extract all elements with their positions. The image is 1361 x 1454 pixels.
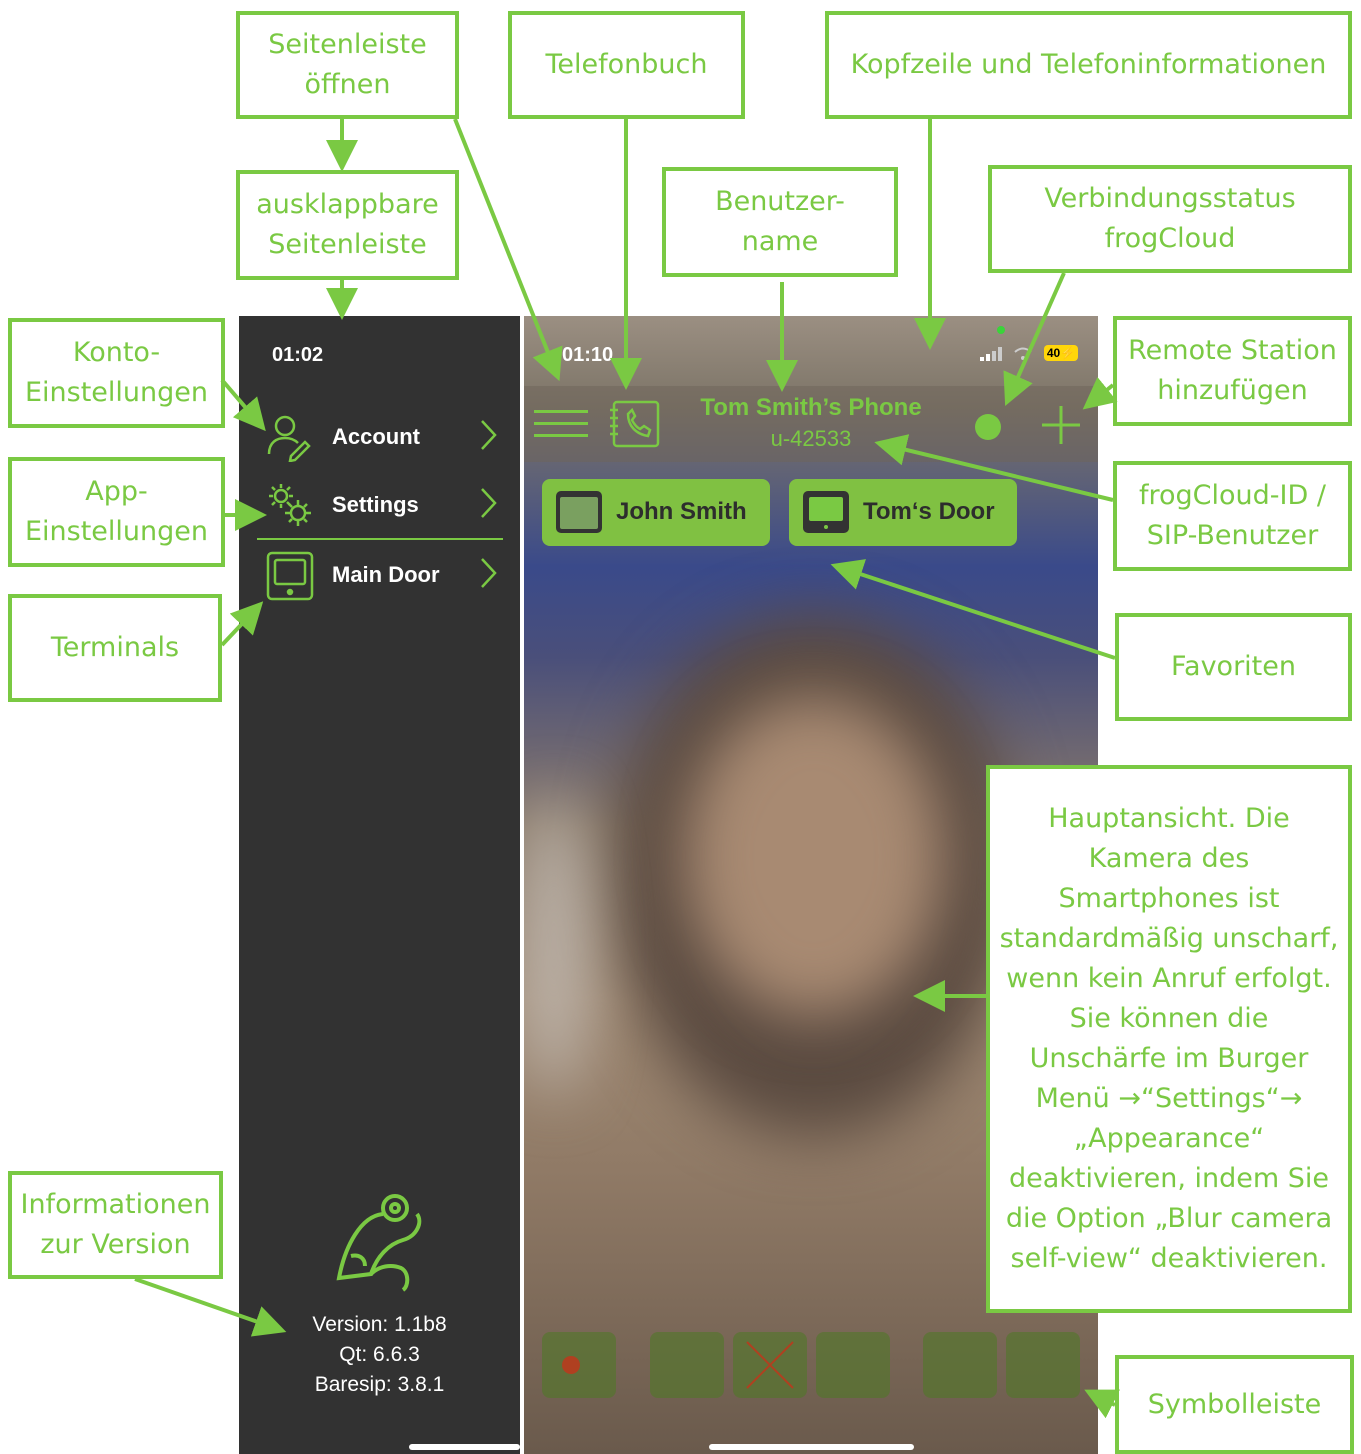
gears-icon — [265, 480, 315, 536]
chevron-right-icon — [479, 486, 499, 526]
callout-main-view: Hauptansicht. Die Kamera des Smartphones… — [986, 765, 1352, 1313]
status-bar: 01:10 40⚡ — [524, 316, 1098, 386]
wifi-icon — [1014, 346, 1032, 365]
favorite-label: John Smith — [616, 498, 747, 525]
version-text: Version: 1.1b8 — [312, 1313, 447, 1336]
callout-add-remote: Remote Station hinzufügen — [1113, 316, 1352, 426]
hamburger-menu-icon[interactable] — [534, 408, 588, 444]
callout-favorites: Favoriten — [1115, 613, 1352, 721]
phone-name: Tom Smith’s Phone — [700, 394, 922, 421]
favorite-toms-door[interactable]: Tom‘s Door — [789, 479, 1017, 546]
hangup-button[interactable] — [733, 1332, 807, 1398]
status-time: 01:10 — [562, 344, 614, 366]
battery-indicator: 40⚡ — [1044, 345, 1078, 361]
sidebar-item-settings[interactable]: Settings — [239, 474, 520, 538]
callout-header: Kopfzeile und Telefoninformationen — [825, 11, 1352, 119]
terminal-icon — [801, 489, 851, 542]
signal-icon — [980, 346, 1004, 365]
account-icon — [265, 412, 315, 468]
frog-logo-icon — [331, 1186, 431, 1300]
callout-version-info: Informationen zur Version — [8, 1171, 223, 1279]
qt-version-text: Qt: 6.6.3 — [339, 1343, 420, 1366]
callout-collapsible-sidebar: ausklappbare Seitenleiste — [236, 170, 459, 280]
battery-level: 40 — [1046, 346, 1061, 360]
favorite-label: Tom‘s Door — [863, 498, 995, 525]
cross-icon — [743, 1338, 797, 1396]
privacy-dot — [997, 326, 1005, 334]
home-indicator — [409, 1444, 520, 1450]
user-id: u-42533 — [770, 426, 852, 451]
callout-terminals: Terminals — [8, 594, 222, 702]
toolbar-button-4[interactable] — [923, 1332, 997, 1398]
collapsible-sidebar: 01:02 Account Settings Main Door Version… — [239, 316, 520, 1454]
connection-status-dot — [975, 414, 1001, 440]
callout-frogcloud-id: frogCloud-ID / SIP-Benutzer — [1113, 461, 1352, 571]
sidebar-item-label: Settings — [332, 492, 419, 517]
sidebar-item-account[interactable]: Account — [239, 406, 520, 470]
phonebook-icon[interactable] — [608, 400, 662, 452]
sidebar-item-label: Account — [332, 424, 420, 449]
callout-account-settings: Konto- Einstellungen — [8, 318, 225, 428]
chevron-right-icon — [479, 556, 499, 596]
terminal-icon — [265, 550, 315, 608]
header-bar: Tom Smith’s Phone u-42533 — [524, 386, 1098, 462]
sidebar-divider — [257, 538, 503, 540]
callout-toolbar: Symbolleiste — [1115, 1355, 1354, 1454]
toolbar-button-5[interactable] — [1006, 1332, 1080, 1398]
callout-phonebook: Telefonbuch — [508, 11, 745, 119]
home-indicator — [709, 1444, 914, 1450]
record-icon — [562, 1356, 580, 1374]
camera-blur-layer — [684, 696, 944, 1016]
add-station-icon[interactable] — [1040, 404, 1082, 450]
callout-username: Benutzer- name — [662, 167, 898, 277]
terminal-icon — [554, 489, 604, 542]
callout-app-settings: App- Einstellungen — [8, 457, 225, 567]
sidebar-item-main-door[interactable]: Main Door — [239, 544, 520, 608]
toolbar-button-1[interactable] — [650, 1332, 724, 1398]
chevron-right-icon — [479, 418, 499, 458]
favorite-john-smith[interactable]: John Smith — [542, 479, 770, 546]
baresip-version-text: Baresip: 3.8.1 — [314, 1373, 445, 1396]
callout-connection-status: Verbindungsstatus frogCloud — [988, 165, 1352, 273]
callout-sidebar-open: Seitenleiste öffnen — [236, 11, 459, 119]
toolbar-button-3[interactable] — [816, 1332, 890, 1398]
record-button[interactable] — [542, 1332, 616, 1398]
sidebar-item-label: Main Door — [332, 562, 440, 587]
camera-blur-layer — [524, 796, 584, 1096]
status-time: 01:02 — [272, 344, 324, 366]
